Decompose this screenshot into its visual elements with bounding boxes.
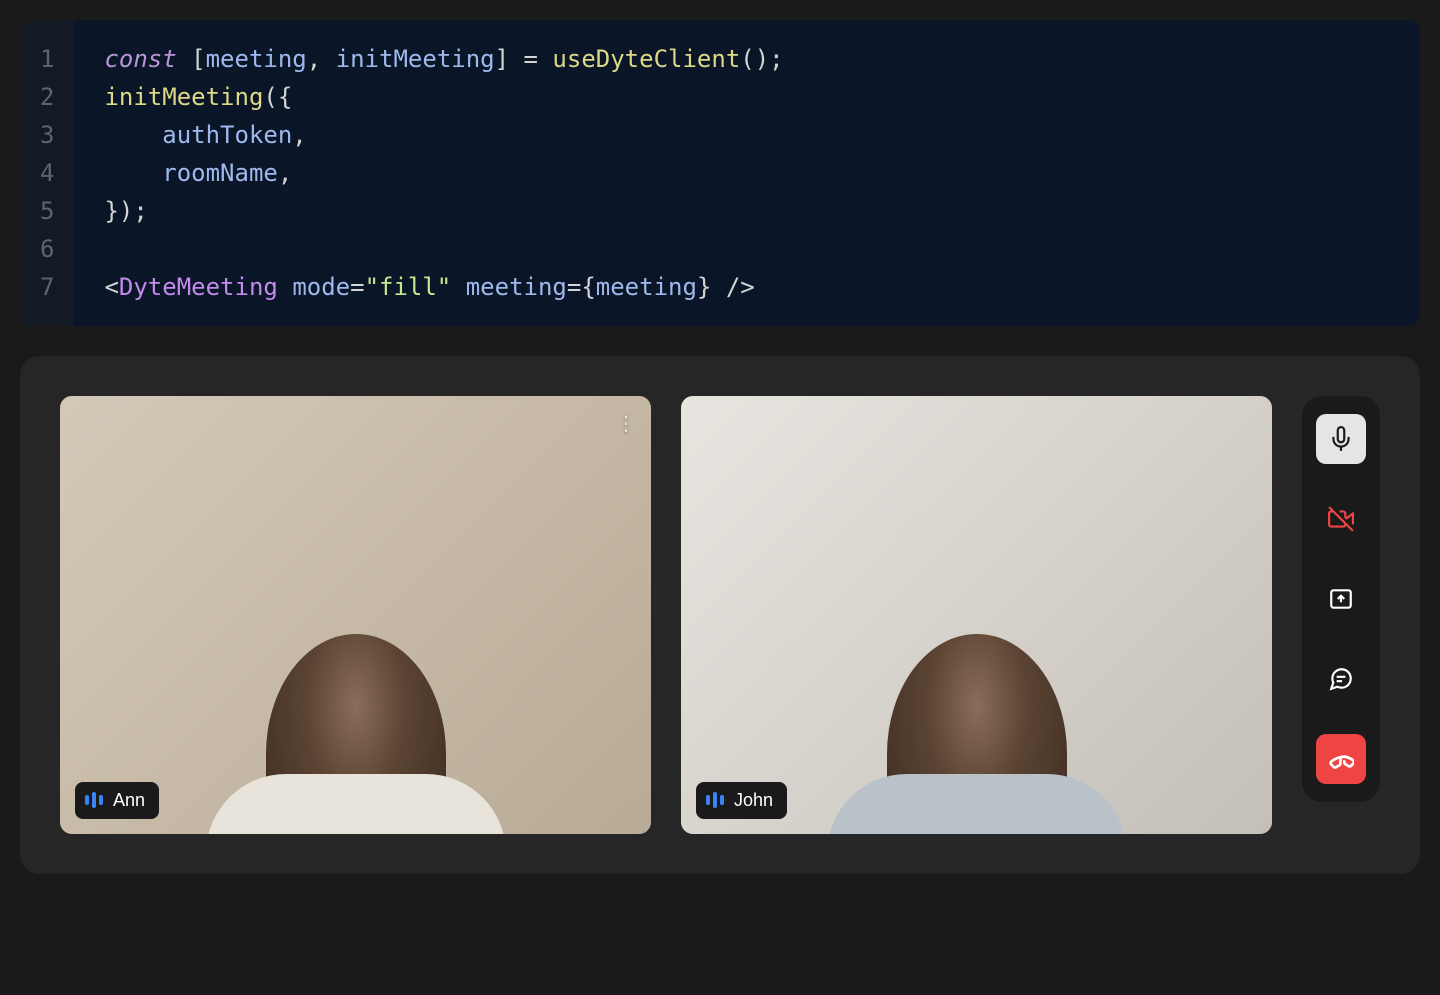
line-number: 7 bbox=[40, 268, 54, 306]
participant-badge: John bbox=[696, 782, 787, 819]
speaking-icon bbox=[706, 792, 724, 808]
code-content[interactable]: const [meeting, initMeeting] = useDyteCl… bbox=[74, 40, 783, 306]
hangup-icon bbox=[1328, 746, 1354, 772]
camera-button[interactable] bbox=[1316, 494, 1366, 544]
line-numbers: 1 2 3 4 5 6 7 bbox=[20, 20, 74, 326]
participant-badge: Ann bbox=[75, 782, 159, 819]
participant-name: Ann bbox=[113, 790, 145, 811]
microphone-button[interactable] bbox=[1316, 414, 1366, 464]
code-line-7: <DyteMeeting mode="fill" meeting={meetin… bbox=[104, 268, 783, 306]
line-number: 6 bbox=[40, 230, 54, 268]
controls-panel bbox=[1302, 396, 1380, 802]
meeting-container: ⋮ Ann John bbox=[20, 356, 1420, 874]
video-stream bbox=[681, 396, 1272, 834]
person-avatar bbox=[887, 634, 1067, 834]
code-line-3: authToken, bbox=[104, 116, 783, 154]
person-avatar bbox=[266, 634, 446, 834]
line-number: 3 bbox=[40, 116, 54, 154]
code-line-5: }); bbox=[104, 192, 783, 230]
line-number: 2 bbox=[40, 78, 54, 116]
code-line-6 bbox=[104, 230, 783, 268]
line-number: 4 bbox=[40, 154, 54, 192]
code-line-4: roomName, bbox=[104, 154, 783, 192]
code-line-1: const [meeting, initMeeting] = useDyteCl… bbox=[104, 40, 783, 78]
video-stream bbox=[60, 396, 651, 834]
code-line-2: initMeeting({ bbox=[104, 78, 783, 116]
video-tile-ann[interactable]: ⋮ Ann bbox=[60, 396, 651, 834]
line-number: 1 bbox=[40, 40, 54, 78]
more-options-icon[interactable]: ⋮ bbox=[616, 411, 636, 436]
share-icon bbox=[1328, 586, 1354, 612]
line-number: 5 bbox=[40, 192, 54, 230]
camera-off-icon bbox=[1328, 506, 1354, 532]
chat-button[interactable] bbox=[1316, 654, 1366, 704]
speaking-icon bbox=[85, 792, 103, 808]
chat-icon bbox=[1328, 666, 1354, 692]
participant-name: John bbox=[734, 790, 773, 811]
video-grid: ⋮ Ann John bbox=[60, 396, 1272, 834]
hangup-button[interactable] bbox=[1316, 734, 1366, 784]
share-screen-button[interactable] bbox=[1316, 574, 1366, 624]
video-tile-john[interactable]: John bbox=[681, 396, 1272, 834]
microphone-icon bbox=[1328, 426, 1354, 452]
code-editor: 1 2 3 4 5 6 7 const [meeting, initMeetin… bbox=[20, 20, 1420, 326]
